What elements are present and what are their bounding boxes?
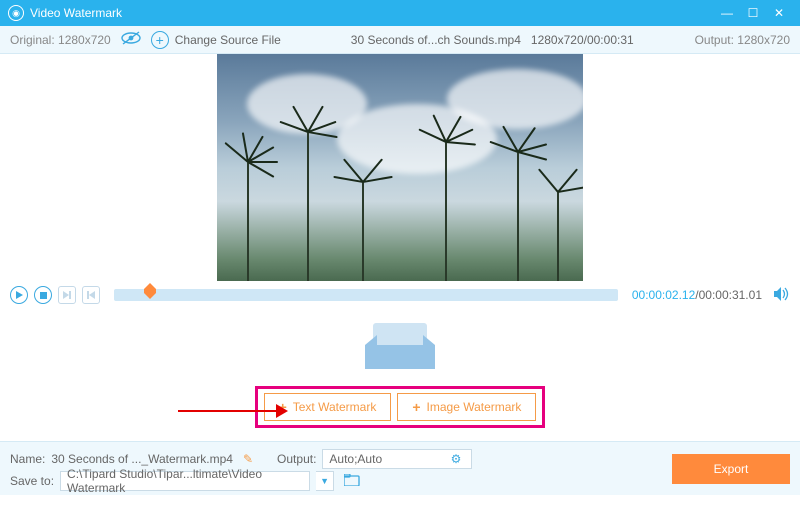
original-resolution: Original: 1280x720 bbox=[10, 33, 111, 47]
timeline-track[interactable] bbox=[114, 289, 618, 301]
app-title: Video Watermark bbox=[30, 6, 714, 20]
close-button[interactable]: ✕ bbox=[766, 0, 792, 26]
text-watermark-label: Text Watermark bbox=[293, 400, 377, 414]
output-resolution: Output: 1280x720 bbox=[695, 33, 790, 47]
saveto-value: C:\Tipard Studio\Tipar...ltimate\Video W… bbox=[67, 467, 303, 495]
source-resolution-duration: 1280x720/00:00:31 bbox=[531, 33, 634, 47]
bottom-bar: Name: 30 Seconds of ..._Watermark.mp4 ✎ … bbox=[0, 441, 800, 495]
output-label: Output: bbox=[277, 452, 316, 466]
open-folder-icon[interactable] bbox=[344, 474, 360, 489]
time-display: 00:00:02.12/00:00:31.01 bbox=[632, 288, 762, 302]
volume-icon[interactable] bbox=[774, 287, 790, 304]
app-logo-icon: ◉ bbox=[8, 5, 24, 21]
plus-icon: + bbox=[151, 31, 169, 49]
change-source-label: Change Source File bbox=[175, 33, 281, 47]
watermark-buttons-highlight: + Text Watermark + Image Watermark bbox=[255, 386, 546, 428]
video-preview-area bbox=[0, 54, 800, 281]
preview-toggle-icon[interactable] bbox=[121, 31, 141, 48]
saveto-label: Save to: bbox=[10, 474, 54, 488]
mark-out-button[interactable] bbox=[82, 286, 100, 304]
total-time: /00:00:31.01 bbox=[695, 288, 762, 302]
change-source-button[interactable]: + Change Source File bbox=[151, 31, 281, 49]
minimize-button[interactable]: ― bbox=[714, 0, 740, 26]
name-value: 30 Seconds of ..._Watermark.mp4 bbox=[51, 452, 233, 466]
image-watermark-label: Image Watermark bbox=[427, 400, 522, 414]
playhead-icon[interactable] bbox=[144, 283, 156, 302]
inbox-icon bbox=[365, 323, 435, 368]
watermark-tray: + Text Watermark + Image Watermark bbox=[0, 309, 800, 441]
info-bar: Original: 1280x720 + Change Source File … bbox=[0, 26, 800, 54]
video-frame[interactable] bbox=[217, 54, 583, 281]
maximize-button[interactable]: ☐ bbox=[740, 0, 766, 26]
output-value: Auto;Auto bbox=[329, 452, 382, 466]
mark-in-button[interactable] bbox=[58, 286, 76, 304]
annotation-arrow bbox=[178, 401, 288, 421]
saveto-dropdown-icon[interactable]: ▼ bbox=[316, 471, 334, 491]
name-label: Name: bbox=[10, 452, 45, 466]
stop-button[interactable] bbox=[34, 286, 52, 304]
image-watermark-button[interactable]: + Image Watermark bbox=[397, 393, 536, 421]
play-button[interactable] bbox=[10, 286, 28, 304]
gear-icon[interactable]: ⚙ bbox=[451, 452, 466, 466]
source-filename: 30 Seconds of...ch Sounds.mp4 bbox=[351, 33, 521, 47]
current-time: 00:00:02.12 bbox=[632, 288, 695, 302]
edit-name-icon[interactable]: ✎ bbox=[243, 452, 253, 466]
titlebar: ◉ Video Watermark ― ☐ ✕ bbox=[0, 0, 800, 26]
export-label: Export bbox=[714, 462, 749, 476]
playback-controls: 00:00:02.12/00:00:31.01 bbox=[0, 281, 800, 309]
plus-icon: + bbox=[412, 399, 420, 415]
export-button[interactable]: Export bbox=[672, 454, 790, 484]
output-field[interactable]: Auto;Auto ⚙ bbox=[322, 449, 472, 469]
saveto-field[interactable]: C:\Tipard Studio\Tipar...ltimate\Video W… bbox=[60, 471, 310, 491]
